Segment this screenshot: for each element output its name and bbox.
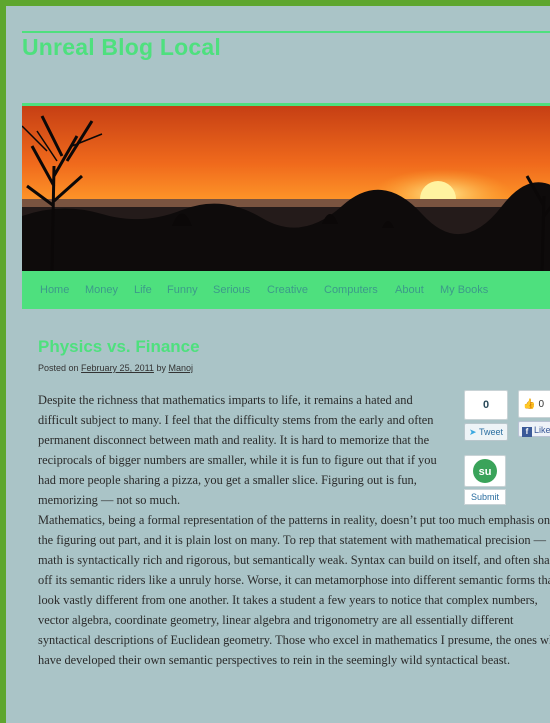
posted-on-label: Posted on	[38, 363, 79, 373]
tweet-count: 0	[464, 390, 508, 420]
stumbleupon-icon: su	[473, 459, 497, 483]
nav-computers[interactable]: Computers	[324, 271, 378, 309]
nav-about[interactable]: About	[395, 271, 424, 309]
fb-like-count: 0	[538, 398, 545, 410]
fb-like-label: Like	[534, 425, 550, 435]
nav-my-books[interactable]: My Books	[440, 271, 488, 309]
svg-text:su: su	[479, 466, 492, 478]
post-date-link[interactable]: February 25, 2011	[81, 363, 154, 373]
share-buttons: 0 ➤ Tweet su Submit	[464, 390, 510, 505]
fb-like-count-box: 👍 0	[518, 390, 550, 418]
nav-money[interactable]: Money	[85, 271, 118, 309]
fb-like-button[interactable]: f Like	[518, 421, 550, 437]
nav-home[interactable]: Home	[40, 271, 69, 309]
author-link[interactable]: Manoj	[168, 363, 193, 373]
twitter-bird-icon: ➤	[469, 427, 477, 437]
post-paragraph-2: Mathematics, being a formal representati…	[38, 513, 550, 667]
nav-serious[interactable]: Serious	[213, 271, 250, 309]
nav-life[interactable]: Life	[134, 271, 152, 309]
main-nav: Home Money Life Funny Serious Creative C…	[22, 271, 550, 309]
nav-funny[interactable]: Funny	[167, 271, 198, 309]
post-paragraph-1: Despite the richness that mathematics im…	[38, 393, 437, 507]
page: Unreal Blog Local Home Money Life Funny …	[6, 6, 550, 723]
by-label: by	[156, 363, 166, 373]
site-title[interactable]: Unreal Blog Local	[22, 34, 221, 61]
post-meta: Posted on February 25, 2011 by Manoj	[38, 363, 193, 373]
post-title[interactable]: Physics vs. Finance	[38, 337, 200, 357]
top-divider	[22, 31, 550, 33]
stumble-submit-button[interactable]: Submit	[464, 489, 506, 505]
facebook-icon: f	[522, 427, 532, 437]
nav-creative[interactable]: Creative	[267, 271, 308, 309]
facebook-like: 👍 0 f Like	[518, 390, 550, 437]
tweet-label: Tweet	[478, 427, 503, 437]
tweet-button[interactable]: ➤ Tweet	[464, 423, 508, 441]
header-banner-image	[22, 106, 550, 271]
stumbleupon-badge[interactable]: su	[464, 455, 506, 487]
thumbs-up-icon: 👍	[523, 398, 536, 410]
